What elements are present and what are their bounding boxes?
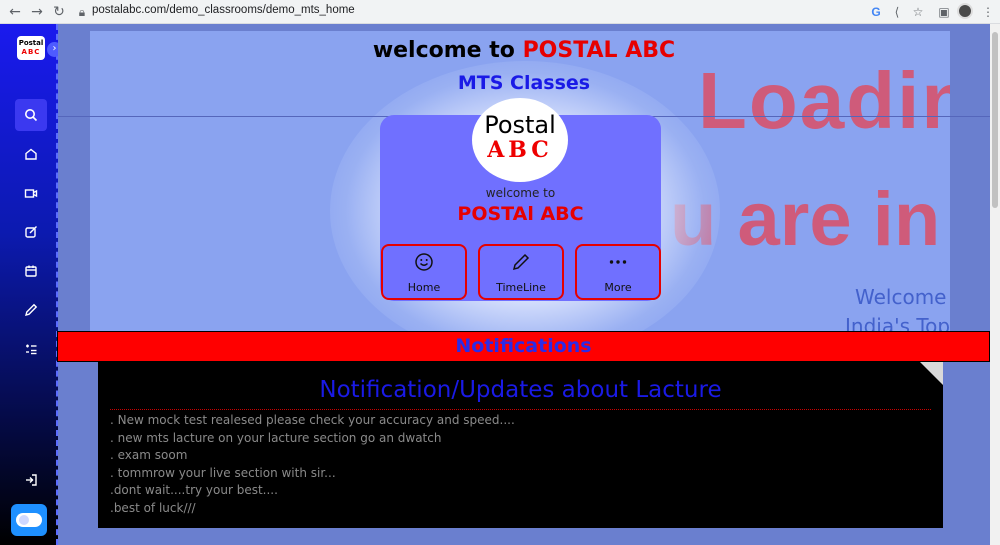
google-icon[interactable]: G: [868, 4, 884, 20]
pencil-icon: [480, 252, 562, 277]
card-brand: POSTAl ABC: [457, 203, 584, 225]
calendar-icon[interactable]: [15, 255, 47, 287]
card-welcome-text: welcome to: [485, 186, 556, 200]
reload-icon[interactable]: ↻: [50, 3, 68, 21]
scrollbar-thumb[interactable]: [992, 32, 998, 208]
list-item: . tommrow your live section with sir...: [110, 465, 336, 480]
side-panel-icon[interactable]: ▣: [936, 4, 952, 20]
list-item: . exam soom: [110, 448, 188, 463]
profile-avatar[interactable]: [957, 3, 973, 19]
logout-icon[interactable]: [15, 464, 47, 496]
url-bar[interactable]: postalabc.com/demo_classrooms/demo_mts_h…: [92, 4, 355, 16]
list-item: .dont wait....try your best....: [110, 483, 278, 498]
list-item: .best of luck///: [110, 500, 196, 515]
notifications-heading: Notification/Updates about Lacture: [319, 377, 722, 403]
search-icon[interactable]: [15, 99, 47, 131]
notifications-panel: Notification/Updates about Lacture . New…: [98, 362, 943, 528]
timeline-button[interactable]: TimeLine: [478, 244, 564, 300]
page-subtitle: MTS Classes: [457, 72, 591, 94]
tasks-icon[interactable]: [15, 333, 47, 365]
notifications-list: . New mock test realesed please check yo…: [110, 412, 515, 518]
sidebar: Postal ABC ›: [0, 24, 62, 545]
list-item: . New mock test realesed please check yo…: [110, 413, 515, 427]
arrow-left-icon[interactable]: ←: [6, 3, 24, 21]
home-button[interactable]: Home: [381, 244, 467, 300]
scrollbar[interactable]: [990, 24, 1000, 545]
background-welcome-text: Welcome to I: [855, 285, 950, 309]
logo[interactable]: Postal ABC: [17, 36, 45, 60]
more-button[interactable]: More: [575, 244, 661, 300]
browser-toolbar: ← → ↻ 🔒︎ postalabc.com/demo_classrooms/d…: [0, 0, 1000, 24]
more-icon: [577, 252, 659, 277]
divider: [110, 409, 931, 410]
smile-icon: [383, 252, 465, 277]
pencil-icon[interactable]: [15, 294, 47, 326]
dark-mode-toggle[interactable]: [11, 504, 47, 536]
edit-icon[interactable]: [15, 216, 47, 248]
notifications-header: Notifications: [57, 331, 990, 362]
lock-icon[interactable]: 🔒︎: [74, 4, 90, 20]
page-title: welcome to POSTAL ABC: [372, 38, 676, 63]
list-item: . new mts lacture on your lacture sectio…: [110, 430, 442, 445]
arrow-right-icon[interactable]: →: [28, 3, 46, 21]
home-icon[interactable]: [15, 138, 47, 170]
video-icon[interactable]: [15, 177, 47, 209]
star-icon[interactable]: ☆: [910, 4, 926, 20]
background-loading-text: Loadin: [698, 56, 950, 145]
menu-icon[interactable]: ⋮: [980, 4, 996, 20]
card-logo: Postal ABC: [472, 98, 568, 182]
share-icon[interactable]: ⟨: [889, 4, 905, 20]
